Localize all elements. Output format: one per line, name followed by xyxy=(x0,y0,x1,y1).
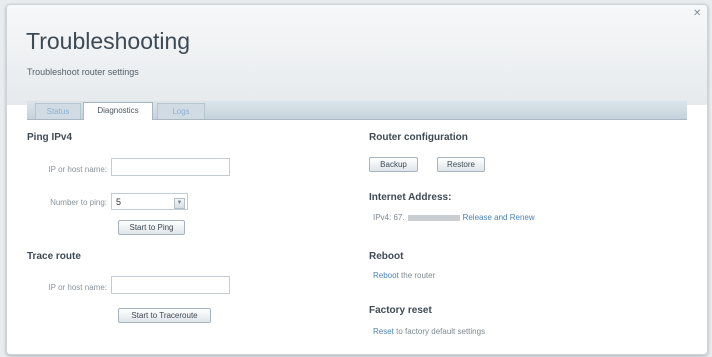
factory-reset-heading: Factory reset xyxy=(369,305,432,316)
reset-text: to factory default settings xyxy=(393,327,486,336)
release-renew-link[interactable]: Release and Renew xyxy=(463,213,535,222)
ping-ip-label: IP or host name: xyxy=(48,165,107,174)
internet-address-heading: Internet Address: xyxy=(369,192,452,203)
start-ping-button[interactable]: Start to Ping xyxy=(118,220,185,235)
reboot-line: Reboot the router xyxy=(373,271,435,280)
trace-heading: Trace route xyxy=(27,251,81,262)
dialog-window: Troubleshooting Troubleshoot router sett… xyxy=(6,4,708,355)
page-title: Troubleshooting xyxy=(26,28,191,54)
tab-diagnostics[interactable]: Diagnostics xyxy=(83,102,153,120)
ping-ip-input[interactable] xyxy=(111,158,230,176)
ping-number-value: 5 xyxy=(116,197,122,207)
ping-heading: Ping IPv4 xyxy=(27,132,73,143)
chevron-down-icon[interactable]: ▼ xyxy=(174,198,185,209)
reboot-heading: Reboot xyxy=(369,251,404,262)
reboot-text: the router xyxy=(398,271,436,280)
redacted-address xyxy=(407,214,460,221)
ipv4-prefix: IPv4: 67. xyxy=(373,213,405,222)
ping-number-label: Number to ping: xyxy=(50,198,107,207)
factory-reset-line: Reset to factory default settings xyxy=(373,327,485,336)
tab-status[interactable]: Status xyxy=(35,103,81,119)
backup-button[interactable]: Backup xyxy=(369,157,418,172)
reboot-link[interactable]: Reboot xyxy=(373,271,399,280)
tab-logs[interactable]: Logs xyxy=(157,103,205,119)
close-icon[interactable]: ✕ xyxy=(693,8,701,19)
tab-bar: Status Diagnostics Logs xyxy=(27,101,687,120)
ipv4-address: IPv4: 67. Release and Renew xyxy=(373,213,535,222)
trace-ip-input[interactable] xyxy=(111,276,230,294)
trace-ip-label: IP or host name: xyxy=(48,283,107,292)
start-traceroute-button[interactable]: Start to Traceroute xyxy=(118,308,211,323)
reset-link[interactable]: Reset xyxy=(373,327,394,336)
router-config-heading: Router configuration xyxy=(369,132,468,143)
page-header: Troubleshooting Troubleshoot router sett… xyxy=(7,5,707,105)
restore-button[interactable]: Restore xyxy=(437,157,485,172)
page-subtitle: Troubleshoot router settings xyxy=(27,67,139,77)
